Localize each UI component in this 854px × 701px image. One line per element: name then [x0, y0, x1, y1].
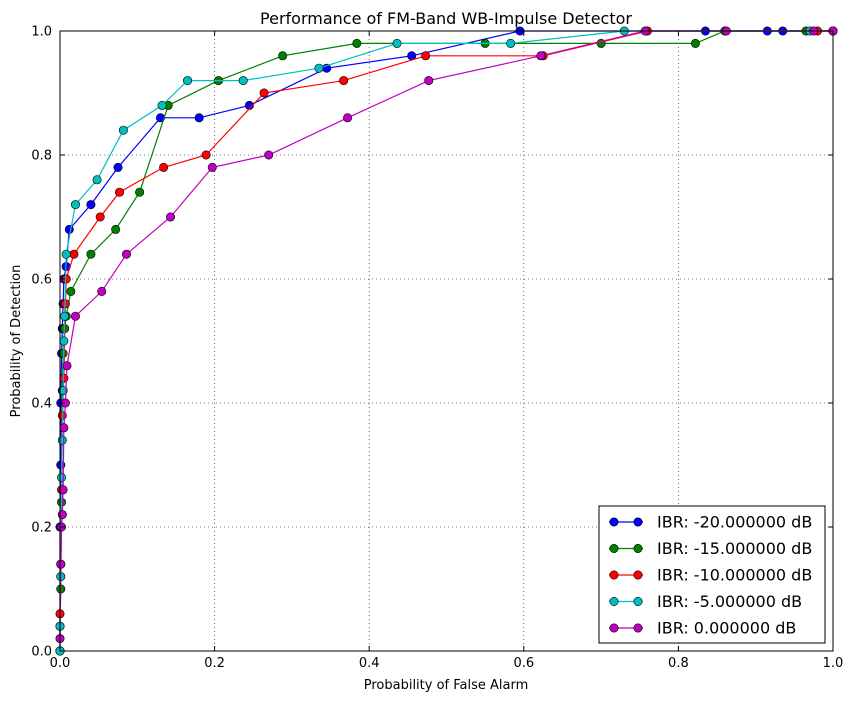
- data-point: [207, 162, 217, 172]
- y-tick-label: 0.6: [31, 273, 52, 288]
- x-tick-label: 0.6: [513, 656, 534, 671]
- data-point: [135, 187, 145, 197]
- x-tick-label: 0.4: [359, 656, 380, 671]
- data-point: [159, 162, 169, 172]
- data-point: [424, 76, 434, 86]
- legend-label: IBR: -20.000000 dB: [657, 513, 812, 532]
- data-point: [86, 249, 96, 259]
- data-point: [66, 286, 76, 296]
- data-point: [59, 423, 69, 433]
- data-point: [95, 212, 105, 222]
- x-axis-label: Probability of False Alarm: [364, 678, 529, 693]
- data-point: [70, 200, 80, 210]
- data-point: [62, 361, 72, 371]
- data-point: [352, 38, 362, 48]
- x-tick-label: 0.2: [204, 656, 225, 671]
- legend-label: IBR: 0.000000 dB: [657, 619, 796, 638]
- data-point: [238, 76, 248, 86]
- legend-marker: [609, 543, 619, 553]
- data-point: [201, 150, 211, 160]
- data-point: [264, 150, 274, 160]
- legend-marker: [633, 570, 643, 580]
- data-point: [92, 175, 102, 185]
- legend-marker: [609, 517, 619, 527]
- data-point: [421, 51, 431, 61]
- data-point: [70, 311, 80, 321]
- x-tick-label: 0.0: [50, 656, 71, 671]
- data-point: [57, 435, 67, 445]
- data-point: [536, 51, 546, 61]
- legend: IBR: -20.000000 dB IBR: -15.000000 dB IBR:…: [598, 505, 826, 644]
- legend-marker: [633, 543, 643, 553]
- data-point: [69, 249, 79, 259]
- data-point: [56, 559, 66, 569]
- x-tick-label: 0.8: [668, 656, 689, 671]
- data-point: [690, 38, 700, 48]
- y-tick-label: 1.0: [31, 25, 52, 40]
- legend-label: IBR: -15.000000 dB: [657, 539, 812, 558]
- legend-marker: [609, 623, 619, 633]
- legend-marker: [609, 570, 619, 580]
- y-axis-label: Probability of Detection: [9, 265, 24, 418]
- data-point: [166, 212, 176, 222]
- data-point: [121, 249, 131, 259]
- data-point: [314, 63, 324, 73]
- y-tick-label: 0.2: [31, 521, 52, 536]
- legend-marker: [633, 623, 643, 633]
- legend-label: IBR: -10.000000 dB: [657, 566, 812, 585]
- data-point: [183, 76, 193, 86]
- data-point: [278, 51, 288, 61]
- data-point: [97, 286, 107, 296]
- data-point: [86, 200, 96, 210]
- data-point: [57, 510, 67, 520]
- chart-canvas: Performance of FM-Band WB-Impulse Detect…: [0, 0, 854, 701]
- data-point: [57, 472, 67, 482]
- data-point: [339, 76, 349, 86]
- data-point: [392, 38, 402, 48]
- legend-marker: [633, 596, 643, 606]
- data-point: [59, 336, 69, 346]
- chart-title: Performance of FM-Band WB-Impulse Detect…: [260, 9, 632, 28]
- data-point: [113, 162, 123, 172]
- y-tick-label: 0.4: [31, 397, 52, 412]
- y-tick-label: 0.0: [31, 645, 52, 660]
- legend-marker: [633, 517, 643, 527]
- data-point: [61, 249, 71, 259]
- data-point: [194, 113, 204, 123]
- legend-label: IBR: -5.000000 dB: [657, 592, 802, 611]
- data-point: [60, 311, 70, 321]
- data-point: [118, 125, 128, 135]
- legend-marker: [609, 596, 619, 606]
- y-tick-label: 0.8: [31, 149, 52, 164]
- data-point: [64, 224, 74, 234]
- data-point: [506, 38, 516, 48]
- x-tick-label: 1.0: [823, 656, 844, 671]
- data-point: [343, 113, 353, 123]
- data-point: [115, 187, 125, 197]
- data-point: [157, 100, 167, 110]
- data-point: [111, 224, 121, 234]
- data-point: [259, 88, 269, 98]
